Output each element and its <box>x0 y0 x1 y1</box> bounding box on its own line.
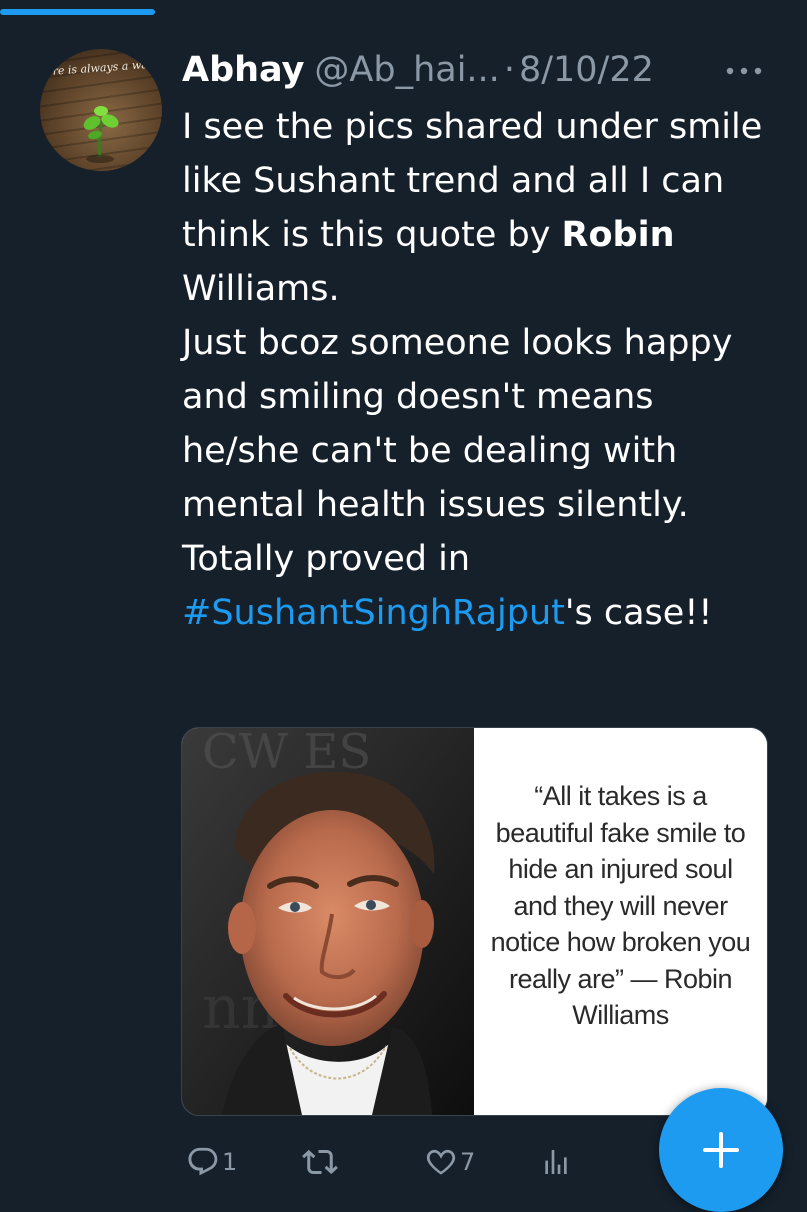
retweet-icon <box>302 1149 338 1175</box>
more-horizontal-icon[interactable] <box>722 56 766 86</box>
heart-icon <box>426 1149 456 1175</box>
hashtag-link[interactable]: #SushantSinghRajput <box>182 593 565 633</box>
header-separator: · <box>503 50 515 90</box>
tweet-media[interactable]: CW ES nn “All it takes is a beautiful fa… <box>181 727 768 1116</box>
compose-button[interactable] <box>659 1088 783 1212</box>
retweet-button[interactable] <box>302 1140 340 1184</box>
tweet-header: Abhay @Ab_hai... · 8/10/22 <box>182 44 654 96</box>
reply-count: 1 <box>222 1148 238 1176</box>
media-quote-panel: “All it takes is a beautiful fake smile … <box>474 728 767 1115</box>
tweet-text-part-4: 's case!! <box>564 593 713 633</box>
author-name[interactable]: Abhay <box>182 50 304 90</box>
tweet-text-part-3: Just bcoz someone looks happy and smilin… <box>182 323 733 579</box>
tweet-text-part-1: I see the pics shared under smile like S… <box>182 107 763 255</box>
like-count: 7 <box>460 1148 476 1176</box>
top-scroll-indicator <box>0 9 155 15</box>
tweet-text: I see the pics shared under smile like S… <box>182 100 782 640</box>
like-button[interactable]: 7 <box>424 1140 475 1184</box>
media-quote-text: “All it takes is a beautiful fake smile … <box>490 781 751 1030</box>
tweet-date[interactable]: 8/10/22 <box>519 50 654 90</box>
avatar[interactable]: ere is always a way <box>40 49 162 171</box>
svg-text:CW ES: CW ES <box>202 728 371 780</box>
views-button[interactable] <box>540 1140 574 1184</box>
reply-icon <box>188 1147 218 1176</box>
plus-icon <box>703 1132 739 1168</box>
avatar-plant-icon <box>83 106 119 163</box>
tweet-text-bold: Robin <box>561 215 675 255</box>
views-icon <box>545 1150 567 1174</box>
portrait-image: CW ES nn <box>182 728 474 1115</box>
media-photo: CW ES nn <box>182 728 474 1115</box>
tweet-text-part-2: Williams. <box>182 269 340 309</box>
author-handle[interactable]: @Ab_hai... <box>314 50 499 90</box>
reply-button[interactable]: 1 <box>186 1140 237 1184</box>
